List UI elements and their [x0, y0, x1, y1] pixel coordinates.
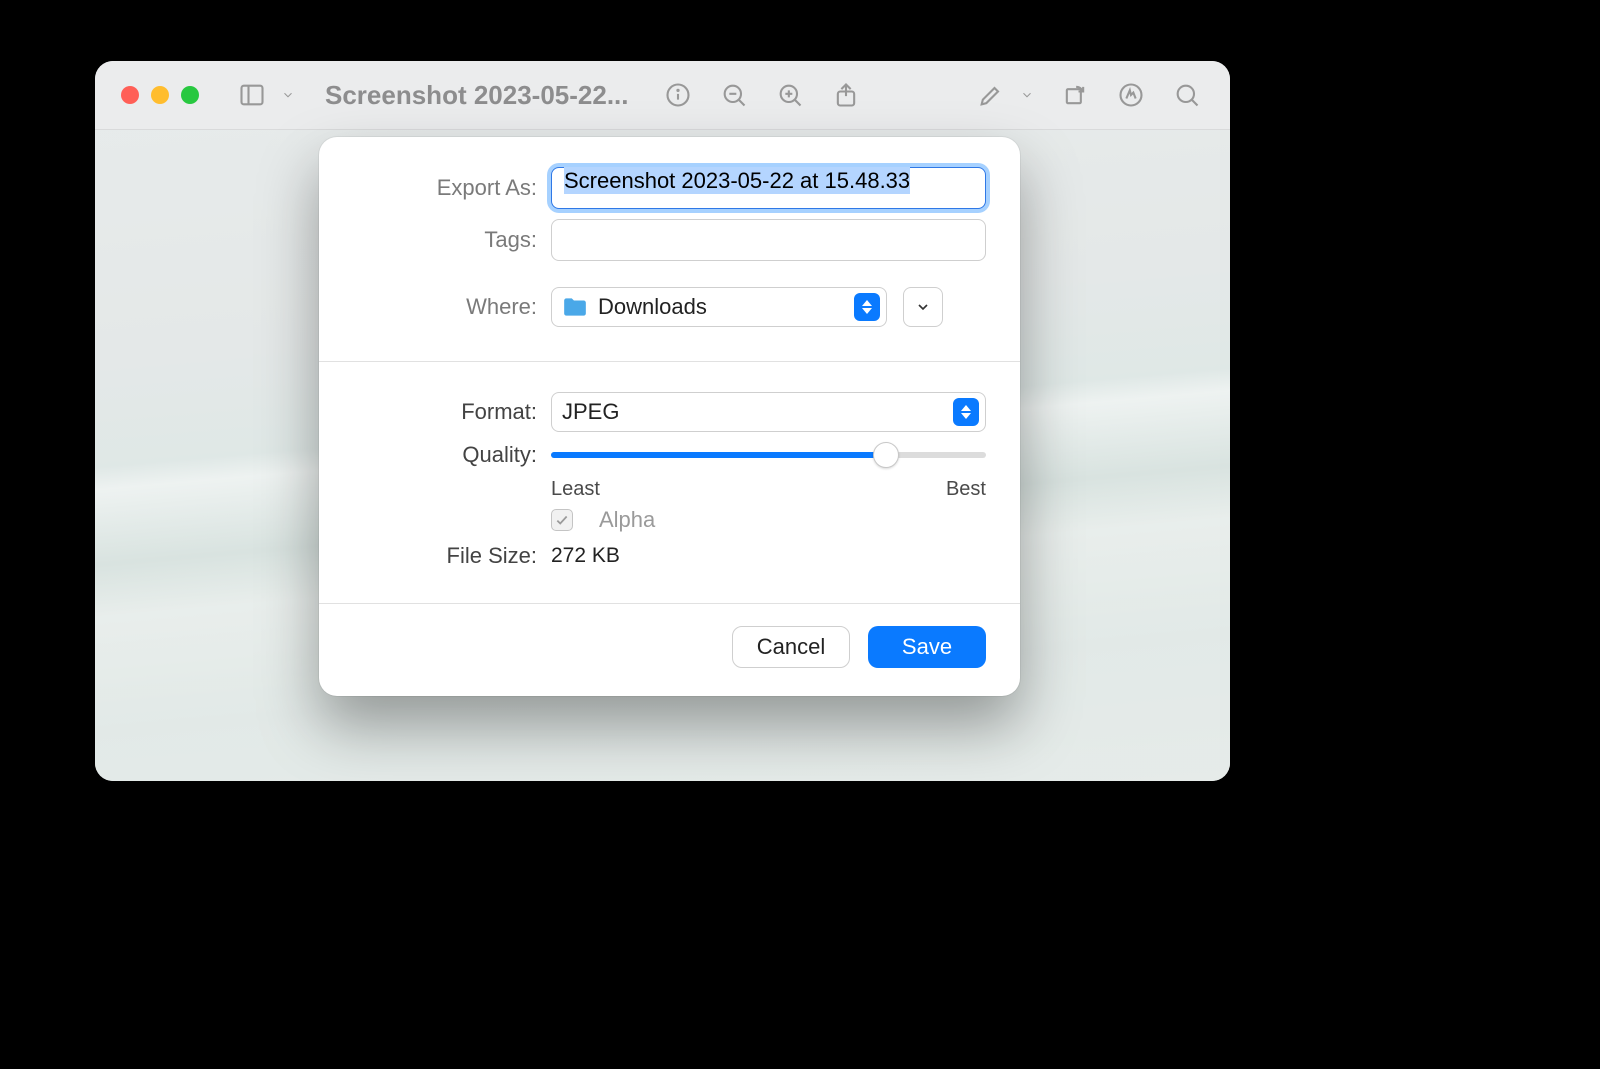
export-as-input[interactable]: Screenshot 2023-05-22 at 15.48.33	[551, 167, 986, 209]
quality-label: Quality:	[353, 442, 551, 468]
toolbar: Screenshot 2023-05-22...	[95, 61, 1230, 130]
format-label: Format:	[353, 399, 551, 425]
rotate-icon[interactable]	[1058, 78, 1092, 112]
close-window-button[interactable]	[121, 86, 139, 104]
dialog-footer: Cancel Save	[319, 603, 1020, 696]
window-title: Screenshot 2023-05-22...	[325, 80, 629, 111]
filesize-value: 272 KB	[551, 544, 620, 568]
window-controls	[121, 86, 199, 104]
highlighter-icon[interactable]	[1114, 78, 1148, 112]
info-icon[interactable]	[661, 78, 695, 112]
zoom-in-icon[interactable]	[773, 78, 807, 112]
chevron-down-icon[interactable]	[1018, 78, 1036, 112]
preview-window: Screenshot 2023-05-22...	[95, 61, 1230, 781]
updown-icon	[953, 398, 979, 426]
fullscreen-window-button[interactable]	[181, 86, 199, 104]
where-label: Where:	[353, 294, 551, 320]
minimize-window-button[interactable]	[151, 86, 169, 104]
share-icon[interactable]	[829, 78, 863, 112]
quality-slider[interactable]	[551, 452, 986, 458]
folder-icon	[562, 296, 588, 318]
tags-input[interactable]	[551, 219, 986, 261]
alpha-label: Alpha	[599, 507, 655, 533]
save-button[interactable]: Save	[868, 626, 986, 668]
where-value: Downloads	[598, 294, 844, 320]
chevron-down-icon[interactable]	[279, 78, 297, 112]
where-select[interactable]: Downloads	[551, 287, 887, 327]
filesize-label: File Size:	[353, 543, 551, 569]
sidebar-icon[interactable]	[235, 78, 269, 112]
markup-icon[interactable]	[974, 78, 1008, 112]
where-disclosure-button[interactable]	[903, 287, 943, 327]
check-icon	[555, 513, 569, 527]
tags-label: Tags:	[353, 227, 551, 253]
alpha-checkbox	[551, 509, 573, 531]
export-as-label: Export As:	[353, 175, 551, 201]
quality-least-label: Least	[551, 478, 600, 501]
slider-thumb[interactable]	[873, 442, 899, 468]
search-icon[interactable]	[1170, 78, 1204, 112]
zoom-out-icon[interactable]	[717, 78, 751, 112]
updown-icon	[854, 293, 880, 321]
format-select[interactable]: JPEG	[551, 392, 986, 432]
cancel-button[interactable]: Cancel	[732, 626, 850, 668]
quality-best-label: Best	[946, 478, 986, 501]
format-value: JPEG	[562, 399, 943, 425]
export-as-value: Screenshot 2023-05-22 at 15.48.33	[564, 167, 910, 194]
export-dialog: Export As: Screenshot 2023-05-22 at 15.4…	[319, 137, 1020, 696]
chevron-down-icon	[915, 299, 931, 315]
